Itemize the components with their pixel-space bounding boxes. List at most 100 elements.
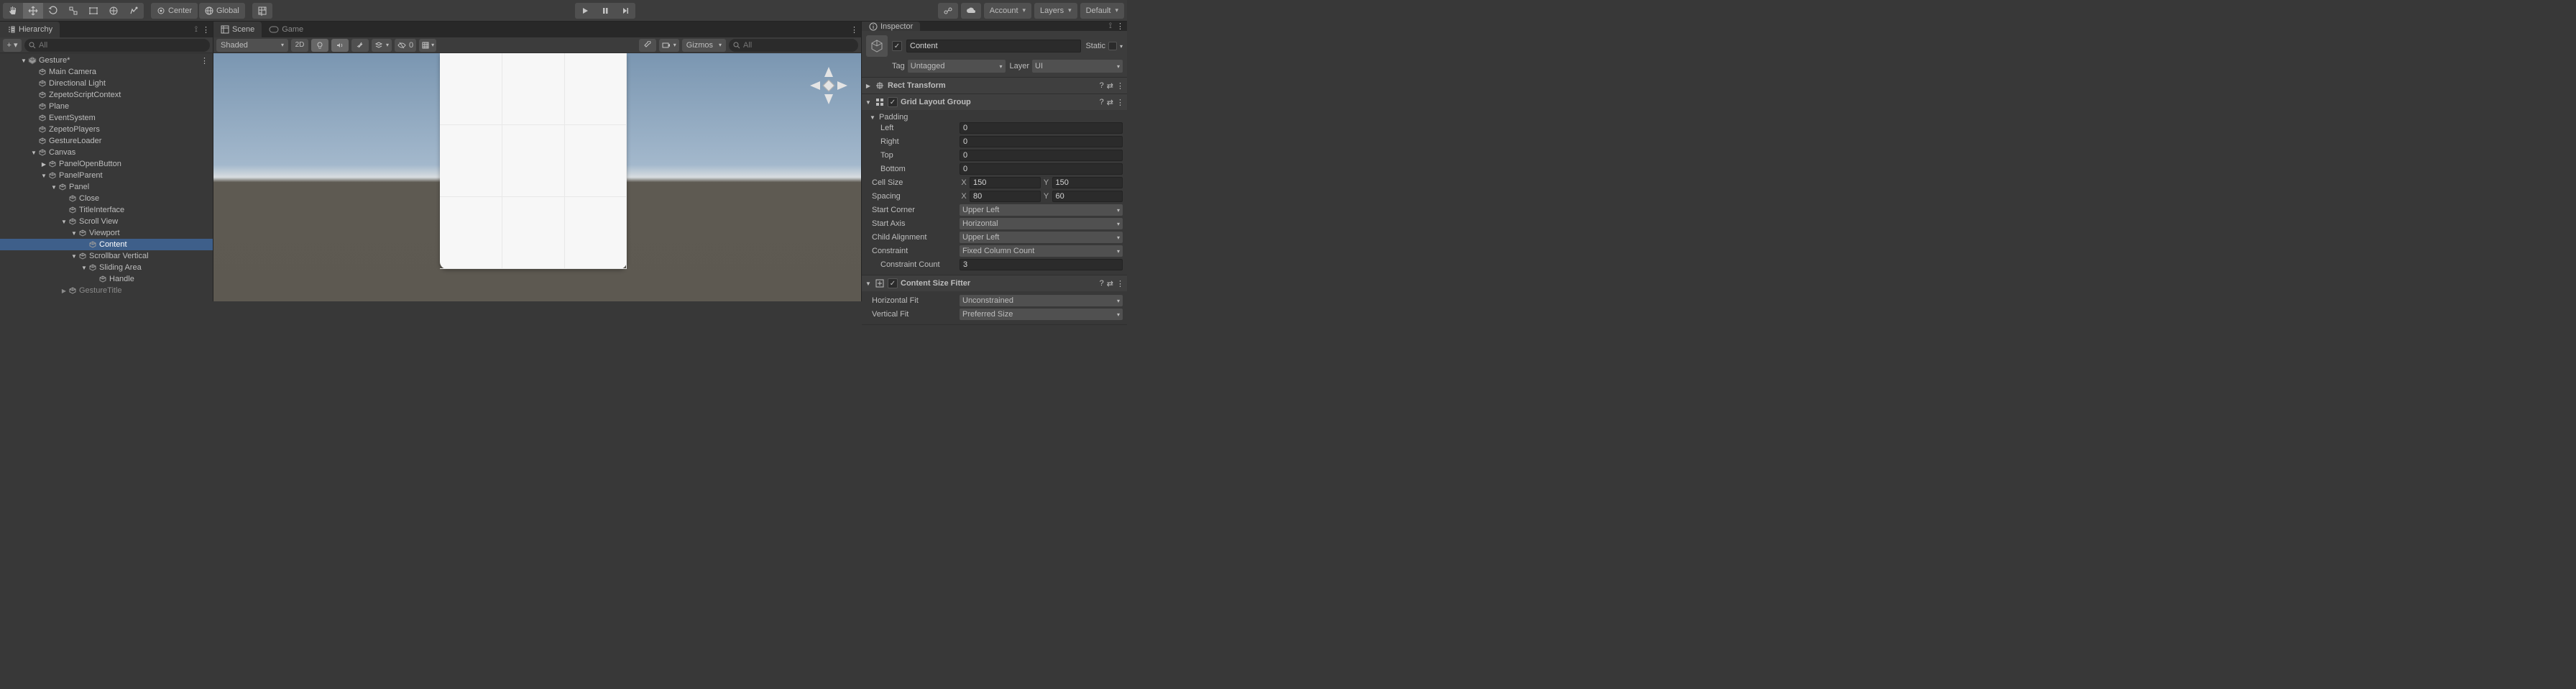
play-button[interactable] (575, 3, 595, 19)
hidden-dropdown[interactable]: ▾ (372, 39, 392, 52)
constraint-dropdown[interactable]: Fixed Column Count (960, 245, 1123, 257)
help-icon[interactable]: ? (1100, 98, 1104, 107)
padding-right-input[interactable]: 0 (960, 136, 1123, 147)
camera-dropdown[interactable]: ▾ (659, 39, 679, 52)
tree-row[interactable]: ▶PanelOpenButton (0, 158, 213, 170)
gameobject-icon[interactable] (866, 35, 888, 57)
cloud-button[interactable] (961, 3, 981, 19)
startcorner-dropdown[interactable]: Upper Left (960, 204, 1123, 216)
spacing-x-input[interactable]: 80 (970, 191, 1041, 202)
grid-snap-toggle[interactable] (252, 3, 272, 19)
scene-search[interactable] (729, 39, 858, 52)
foldout-icon[interactable]: ▼ (60, 219, 68, 225)
rect-transform-header[interactable]: ▶ Rect Transform ? ⇄ ⋮ (862, 78, 1127, 93)
hand-tool[interactable] (3, 3, 23, 19)
tree-row[interactable]: ▼Canvas (0, 147, 213, 158)
tree-row[interactable]: ▼Viewport (0, 227, 213, 239)
tree-row[interactable]: Plane (0, 101, 213, 112)
account-dropdown[interactable]: Account (984, 3, 1031, 19)
preset-icon[interactable]: ⇄ (1107, 81, 1113, 91)
tree-row[interactable]: Directional Light (0, 78, 213, 89)
tree-row[interactable]: Close (0, 193, 213, 204)
tree-row[interactable]: ZepetoPlayers (0, 124, 213, 135)
padding-left-input[interactable]: 0 (960, 122, 1123, 134)
foldout-icon[interactable]: ▼ (70, 230, 78, 237)
move-tool[interactable] (23, 3, 43, 19)
foldout-icon[interactable]: ▼ (50, 184, 58, 191)
grid-enabled-checkbox[interactable]: ✓ (888, 97, 898, 107)
cellsize-x-input[interactable]: 150 (970, 177, 1041, 188)
tree-row[interactable]: TitleInterface (0, 204, 213, 216)
tree-row[interactable]: Handle (0, 273, 213, 285)
hierarchy-search[interactable] (24, 39, 210, 52)
kebab-icon[interactable]: ⋮ (201, 56, 213, 65)
tree-row[interactable]: ▶GestureTitle (0, 285, 213, 296)
fx-toggle[interactable] (351, 39, 369, 52)
tree-row[interactable]: ▼Panel (0, 181, 213, 193)
2d-toggle[interactable]: 2D (291, 39, 308, 52)
menu-icon[interactable]: ⋮ (1116, 98, 1124, 107)
search-input[interactable] (39, 41, 206, 50)
static-checkbox[interactable] (1108, 42, 1117, 50)
foldout-icon[interactable]: ▼ (40, 173, 47, 179)
inspector-tab[interactable]: Inspector (862, 22, 920, 31)
childalign-dropdown[interactable]: Upper Left (960, 232, 1123, 243)
foldout-icon[interactable]: ▼ (80, 265, 88, 271)
hierarchy-tab[interactable]: Hierarchy (0, 22, 60, 37)
tag-dropdown[interactable]: Untagged (908, 60, 1006, 73)
foldout-icon[interactable]: ▼ (30, 150, 37, 156)
help-icon[interactable]: ? (1100, 279, 1104, 288)
orientation-gizmo[interactable] (811, 68, 847, 104)
padding-foldout[interactable]: ▼Padding (866, 113, 1123, 122)
hfit-dropdown[interactable]: Unconstrained (960, 295, 1123, 306)
scene-view[interactable] (213, 53, 861, 301)
tree-row[interactable]: ZepetoScriptContext (0, 89, 213, 101)
tree-row[interactable]: ▼Sliding Area (0, 262, 213, 273)
csf-header[interactable]: ▼ ✓ Content Size Fitter ? ⇄ ⋮ (862, 275, 1127, 291)
pivot-center-toggle[interactable]: Center (151, 3, 198, 19)
tree-row[interactable]: GestureLoader (0, 135, 213, 147)
tools-button[interactable] (639, 39, 656, 52)
audio-toggle[interactable] (331, 39, 349, 52)
tree-row[interactable]: ▼PanelParent (0, 170, 213, 181)
scene-menu-icon[interactable]: ⋮ (850, 25, 858, 35)
menu-icon[interactable]: ⋮ (1116, 81, 1124, 91)
tree-row[interactable]: ▼Scroll View (0, 216, 213, 227)
transform-tool[interactable] (104, 3, 124, 19)
draw-mode-dropdown[interactable]: Shaded▾ (216, 39, 288, 52)
create-button[interactable]: + ▾ (3, 39, 22, 52)
foldout-icon[interactable]: ▶ (60, 288, 68, 294)
active-checkbox[interactable]: ✓ (892, 41, 902, 51)
cellsize-y-input[interactable]: 150 (1052, 177, 1123, 188)
tree-row[interactable]: ▼Gesture*⋮ (0, 55, 213, 66)
lock-icon[interactable]: ⟟ (1109, 22, 1112, 31)
hidden-count[interactable]: 0 (395, 39, 416, 52)
panel-menu-icon[interactable]: ⋮ (202, 25, 210, 35)
preset-icon[interactable]: ⇄ (1107, 279, 1113, 288)
layout-dropdown[interactable]: Default (1080, 3, 1124, 19)
step-button[interactable] (615, 3, 635, 19)
menu-icon[interactable]: ⋮ (1116, 279, 1124, 288)
hierarchy-tree[interactable]: ▼Gesture*⋮Main CameraDirectional LightZe… (0, 53, 213, 301)
tree-row[interactable]: EventSystem (0, 112, 213, 124)
constraintcount-input[interactable]: 3 (960, 259, 1123, 270)
gizmos-dropdown[interactable]: Gizmos▾ (682, 39, 726, 52)
csf-enabled-checkbox[interactable]: ✓ (888, 278, 898, 288)
scene-tab[interactable]: Scene (213, 22, 262, 37)
custom-tool[interactable] (124, 3, 144, 19)
foldout-icon[interactable]: ▼ (20, 58, 27, 64)
scale-tool[interactable] (63, 3, 83, 19)
pause-button[interactable] (595, 3, 615, 19)
help-icon[interactable]: ? (1100, 81, 1104, 91)
startaxis-dropdown[interactable]: Horizontal (960, 218, 1123, 229)
tree-row[interactable]: Main Camera (0, 66, 213, 78)
local-global-toggle[interactable]: Global (199, 3, 245, 19)
padding-bottom-input[interactable]: 0 (960, 163, 1123, 175)
grid-layout-header[interactable]: ▼ ✓ Grid Layout Group ? ⇄ ⋮ (862, 94, 1127, 110)
rect-tool[interactable] (83, 3, 104, 19)
static-dropdown-icon[interactable]: ▾ (1120, 43, 1123, 50)
gameobject-name-input[interactable] (906, 40, 1081, 53)
padding-top-input[interactable]: 0 (960, 150, 1123, 161)
game-tab[interactable]: Game (262, 22, 310, 37)
scene-search-input[interactable] (743, 41, 854, 50)
